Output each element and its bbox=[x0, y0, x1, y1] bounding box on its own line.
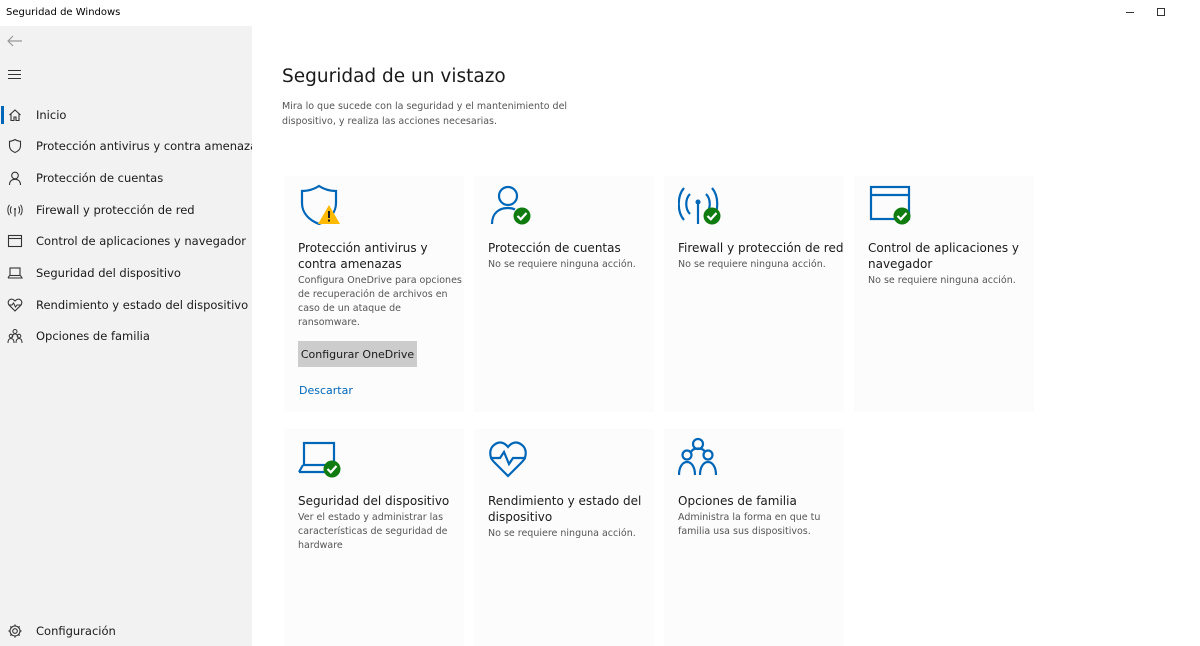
configure-onedrive-button[interactable]: Configurar OneDrive bbox=[298, 341, 417, 367]
shield-warning-icon bbox=[300, 184, 340, 226]
close-button[interactable] bbox=[1175, 0, 1200, 24]
sidebar-item-label: Inicio bbox=[36, 108, 67, 122]
card-description: No se requiere ninguna acción. bbox=[868, 275, 1016, 286]
app-window: Seguridad de Windows Inicio Protección a… bbox=[0, 0, 1200, 646]
card-firewall[interactable]: Firewall y protección de red No se requi… bbox=[664, 176, 844, 412]
sidebar-item-label: Rendimiento y estado del dispositivo bbox=[36, 298, 249, 312]
device-health-icon bbox=[489, 441, 527, 478]
wifi-antenna-icon bbox=[7, 204, 23, 217]
family-options-icon bbox=[678, 437, 718, 476]
family-icon bbox=[7, 329, 23, 344]
app-browser-control-icon bbox=[869, 185, 911, 225]
sidebar-item-familia[interactable]: Opciones de familia bbox=[0, 321, 252, 351]
sidebar-item-label: Protección antivirus y contra amenazas bbox=[36, 139, 264, 153]
sidebar-item-cuentas[interactable]: Protección de cuentas bbox=[0, 163, 252, 193]
sidebar-item-label: Protección de cuentas bbox=[36, 171, 164, 185]
title-bar: Seguridad de Windows bbox=[0, 0, 1200, 26]
sidebar-item-label: Configuración bbox=[36, 624, 116, 638]
window-title: Seguridad de Windows bbox=[6, 7, 121, 18]
sidebar-item-label: Seguridad del dispositivo bbox=[36, 266, 181, 280]
sidebar: Inicio Protección antivirus y contra ame… bbox=[0, 26, 263, 646]
sidebar-item-label: Opciones de familia bbox=[36, 329, 150, 343]
card-description: No se requiere ninguna acción. bbox=[488, 528, 636, 539]
person-icon bbox=[8, 171, 22, 186]
device-security-icon bbox=[298, 441, 341, 478]
laptop-icon bbox=[7, 267, 23, 279]
back-arrow-icon[interactable] bbox=[6, 34, 24, 48]
card-title: Protección de cuentas bbox=[488, 241, 621, 255]
firewall-antenna-icon bbox=[678, 187, 721, 225]
gear-icon bbox=[8, 624, 22, 638]
card-description: Administra la forma en que tu familia us… bbox=[678, 512, 821, 537]
card-title: Opciones de familia bbox=[678, 494, 797, 508]
card-familia[interactable]: Opciones de familia Administra la forma … bbox=[664, 429, 844, 646]
sidebar-item-dispositivo[interactable]: Seguridad del dispositivo bbox=[0, 258, 252, 288]
sidebar-item-rendimiento[interactable]: Rendimiento y estado del dispositivo bbox=[0, 290, 252, 320]
card-description: No se requiere ninguna acción. bbox=[678, 259, 826, 270]
menu-hamburger-icon[interactable] bbox=[8, 70, 21, 80]
page-description: Mira lo que sucede con la seguridad y el… bbox=[282, 101, 568, 127]
home-icon bbox=[9, 109, 21, 122]
card-title: Seguridad del dispositivo bbox=[298, 494, 450, 508]
card-cuentas[interactable]: Protección de cuentas No se requiere nin… bbox=[474, 176, 654, 412]
sidebar-item-configuracion[interactable]: Configuración bbox=[0, 616, 252, 646]
card-title: Protección antivirus y contra amenazas bbox=[298, 241, 428, 271]
card-rendimiento[interactable]: Rendimiento y estado del dispositivo No … bbox=[474, 429, 654, 646]
dismiss-link[interactable]: Descartar bbox=[299, 384, 353, 397]
maximize-icon bbox=[1157, 8, 1165, 16]
page-title: Seguridad de un vistazo bbox=[282, 66, 506, 87]
minimize-button[interactable] bbox=[1113, 0, 1147, 24]
sidebar-item-firewall[interactable]: Firewall y protección de red bbox=[0, 195, 252, 225]
card-antivirus[interactable]: Protección antivirus y contra amenazas C… bbox=[284, 176, 464, 412]
sidebar-item-label: Firewall y protección de red bbox=[36, 203, 195, 217]
account-protection-icon bbox=[490, 185, 531, 225]
heart-pulse-icon bbox=[7, 298, 23, 312]
card-description: Configura OneDrive para opciones de recu… bbox=[298, 275, 462, 328]
card-apps[interactable]: Control de aplicaciones y navegador No s… bbox=[854, 176, 1034, 412]
minimize-icon bbox=[1126, 11, 1134, 13]
active-indicator bbox=[1, 106, 4, 124]
sidebar-item-antivirus[interactable]: Protección antivirus y contra amenazas bbox=[0, 131, 263, 161]
browser-window-icon bbox=[7, 234, 23, 248]
card-description: Ver el estado y administrar las caracter… bbox=[298, 512, 448, 551]
card-description: No se requiere ninguna acción. bbox=[488, 259, 636, 270]
maximize-button[interactable] bbox=[1144, 0, 1178, 24]
card-title: Firewall y protección de red bbox=[678, 241, 844, 255]
card-dispositivo[interactable]: Seguridad del dispositivo Ver el estado … bbox=[284, 429, 464, 646]
sidebar-item-apps[interactable]: Control de aplicaciones y navegador bbox=[0, 226, 252, 256]
sidebar-item-inicio[interactable]: Inicio bbox=[0, 100, 252, 130]
sidebar-item-label: Control de aplicaciones y navegador bbox=[36, 234, 247, 248]
card-title: Rendimiento y estado del dispositivo bbox=[488, 494, 642, 524]
card-title: Control de aplicaciones y navegador bbox=[868, 241, 1020, 271]
main-content: Seguridad de un vistazo Mira lo que suce… bbox=[252, 26, 1200, 646]
shield-icon bbox=[8, 138, 22, 154]
